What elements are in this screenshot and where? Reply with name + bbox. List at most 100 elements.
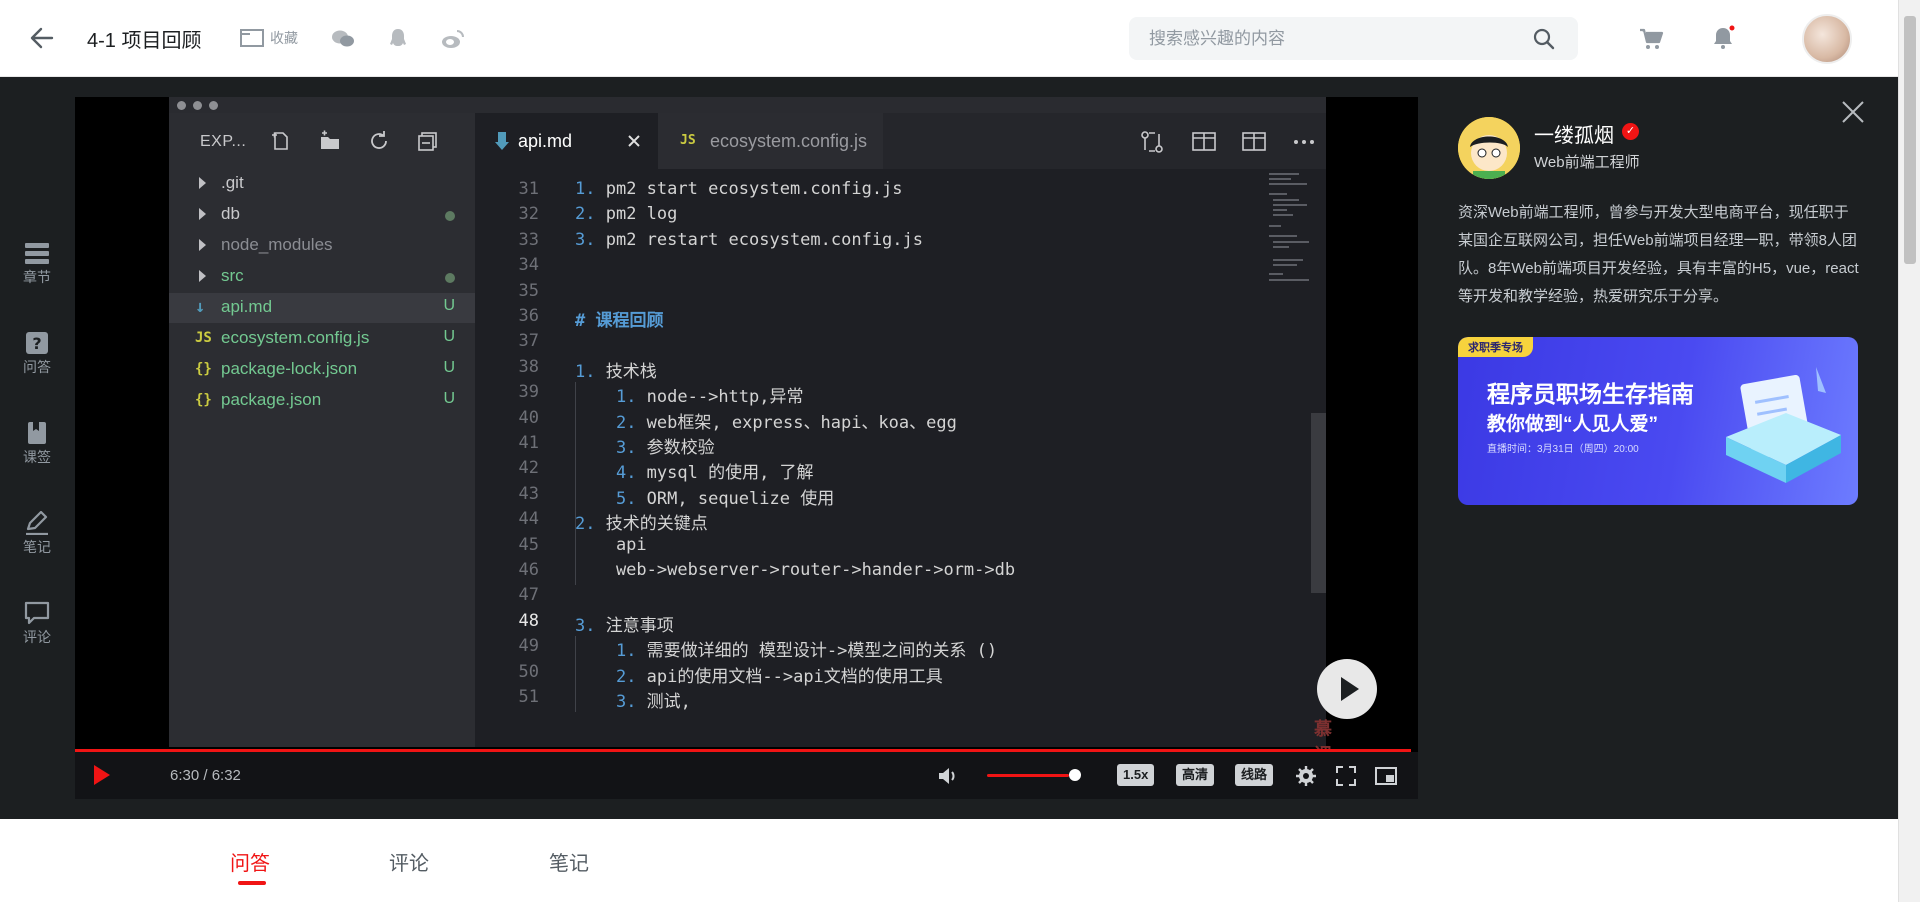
- tab-questions[interactable]: 问答: [230, 847, 270, 885]
- verified-badge-icon: ✓: [1622, 123, 1639, 140]
- video-frame-ide: EXP... .git db node_modules src ↓ api.md U JS ec…: [169, 97, 1332, 791]
- code-line: 32 2. pm2 log: [475, 204, 1265, 229]
- banner-subheadline: 教你做到“人见人爱”: [1487, 414, 1659, 435]
- line-number: 32: [518, 204, 539, 225]
- line-button[interactable]: 线路: [1235, 764, 1274, 786]
- user-avatar[interactable]: [1802, 14, 1852, 64]
- back-arrow-icon[interactable]: [28, 24, 56, 52]
- nav-chapters-label: 章节: [23, 269, 51, 285]
- code-text: # 课程回顾: [575, 311, 664, 331]
- line-number: 47: [518, 585, 539, 606]
- new-folder-icon: [321, 130, 339, 149]
- teacher-title: Web前端工程师: [1534, 154, 1640, 171]
- editor-tabs: api.md JS ecosystem.config.js: [475, 113, 1326, 169]
- file-name: api.md: [221, 297, 273, 316]
- json-file-icon: {}: [195, 361, 212, 377]
- file-row: db: [169, 200, 475, 230]
- teacher-avatar[interactable]: [1458, 117, 1520, 179]
- folder-caret-icon: [199, 177, 206, 189]
- search-icon[interactable]: [1532, 27, 1556, 51]
- file-explorer: EXP... .git db node_modules src ↓ api.md U JS ec…: [169, 113, 475, 747]
- playback-time: 6:30 / 6:32: [170, 767, 241, 784]
- code-text: 1. pm2 start ecosystem.config.js: [575, 179, 903, 199]
- volume-knob[interactable]: [1068, 769, 1081, 781]
- file-row: {} package-lock.json U: [169, 355, 475, 385]
- nav-notes[interactable]: 笔记: [12, 511, 62, 557]
- collapse-all-icon: [418, 132, 437, 151]
- explorer-title: EXP...: [200, 133, 247, 150]
- file-row: {} package.json U: [169, 386, 475, 416]
- file-name: package.json: [221, 390, 322, 409]
- video-player[interactable]: EXP... .git db node_modules src ↓ api.md U JS ec…: [75, 97, 1418, 799]
- quality-button[interactable]: 高清: [1176, 764, 1215, 786]
- teacher-description: 资深Web前端工程师，曾参与开发大型电商平台，现任职于某国企互联网公司，担任We…: [1458, 204, 1859, 305]
- fullscreen-icon[interactable]: [1335, 765, 1357, 787]
- active-tab-underline: [238, 881, 266, 885]
- git-status-badge: U: [443, 297, 455, 314]
- bottom-tabs: 问答 评论 笔记: [0, 819, 1898, 902]
- code-text: 2. api的使用文档-->api文档的使用工具: [615, 666, 943, 687]
- lesson-main: 章节 ? 问答 课签 笔记 评论 EXP... .git db node_mod…: [0, 77, 1898, 819]
- cart-icon[interactable]: [1638, 26, 1664, 52]
- code-content: ····················· 31 1. pm2 start eco…: [475, 169, 1265, 747]
- new-file-icon: [272, 132, 288, 150]
- nav-comments-label: 评论: [23, 629, 51, 645]
- file-row: ↓ api.md U: [169, 293, 475, 323]
- weibo-icon[interactable]: [440, 26, 466, 52]
- play-icon[interactable]: [94, 765, 110, 785]
- tab-comments[interactable]: 评论: [389, 847, 429, 876]
- code-text: 2. web框架, express、hapi、koa、egg: [615, 412, 957, 433]
- svg-text:?: ?: [32, 334, 41, 353]
- qq-icon[interactable]: [385, 26, 411, 52]
- window-titlebar: [169, 97, 1326, 113]
- close-panel-icon[interactable]: [1840, 99, 1866, 125]
- tab-comments-label: 评论: [389, 853, 429, 875]
- modified-dot: [445, 211, 455, 221]
- code-line: 50 2. api的使用文档-->api文档的使用工具: [475, 662, 1265, 687]
- line-number: 44: [518, 509, 539, 530]
- folder-caret-icon: [199, 239, 206, 251]
- minimap: [1265, 169, 1315, 289]
- split-editor-icon: [1242, 132, 1266, 151]
- speed-button[interactable]: 1.5x: [1117, 764, 1155, 786]
- volume-icon[interactable]: [937, 765, 959, 787]
- line-number: 50: [518, 661, 539, 682]
- page-scrollbar[interactable]: [1898, 0, 1920, 902]
- line-number: 34: [518, 255, 539, 276]
- tab-notes[interactable]: 笔记: [549, 847, 589, 876]
- promo-banner[interactable]: 求职季专场 程序员职场生存指南 教你做到“人见人爱” 直播时间：3月31日（周四…: [1458, 337, 1858, 505]
- js-file-icon: JS: [680, 133, 696, 148]
- nav-chapters[interactable]: 章节: [12, 241, 62, 287]
- picture-in-picture-icon[interactable]: [1375, 765, 1397, 787]
- line-number: 48: [518, 610, 539, 631]
- code-line: 39 1. node-->http,异常: [475, 382, 1265, 407]
- bookmark-icon: [28, 422, 46, 444]
- file-name: package-lock.json: [221, 359, 358, 378]
- page-scrollbar-thumb[interactable]: [1904, 16, 1916, 264]
- banner-headline: 程序员职场生存指南: [1487, 381, 1694, 407]
- tab-ecosystem-config: JS ecosystem.config.js: [658, 113, 883, 169]
- line-number: 42: [518, 458, 539, 479]
- js-file-icon: JS: [195, 330, 212, 346]
- pencil-icon: [26, 511, 48, 535]
- nav-questions-label: 问答: [23, 359, 51, 375]
- notification-bell-icon[interactable]: [1710, 25, 1736, 51]
- big-play-button[interactable]: [1317, 659, 1377, 719]
- wechat-icon[interactable]: [330, 26, 356, 52]
- code-line: 34: [475, 255, 1265, 280]
- teacher-name[interactable]: 一缕孤烟: [1534, 119, 1614, 148]
- collect-button[interactable]: 收藏: [240, 28, 298, 48]
- git-status-badge: U: [443, 390, 455, 407]
- nav-bookmarks[interactable]: 课签: [12, 421, 62, 467]
- git-status-badge: U: [443, 328, 455, 345]
- volume-slider[interactable]: [987, 774, 1069, 777]
- file-row: .git: [169, 169, 475, 199]
- nav-comments[interactable]: 评论: [12, 601, 62, 647]
- file-row: JS ecosystem.config.js U: [169, 324, 475, 354]
- code-line: 38 1. 技术栈: [475, 357, 1265, 382]
- tab-notes-label: 笔记: [549, 853, 589, 875]
- settings-gear-icon[interactable]: [1295, 765, 1317, 787]
- explorer-header: EXP...: [169, 113, 475, 169]
- search-input[interactable]: [1149, 17, 1519, 60]
- nav-questions[interactable]: ? 问答: [12, 331, 62, 377]
